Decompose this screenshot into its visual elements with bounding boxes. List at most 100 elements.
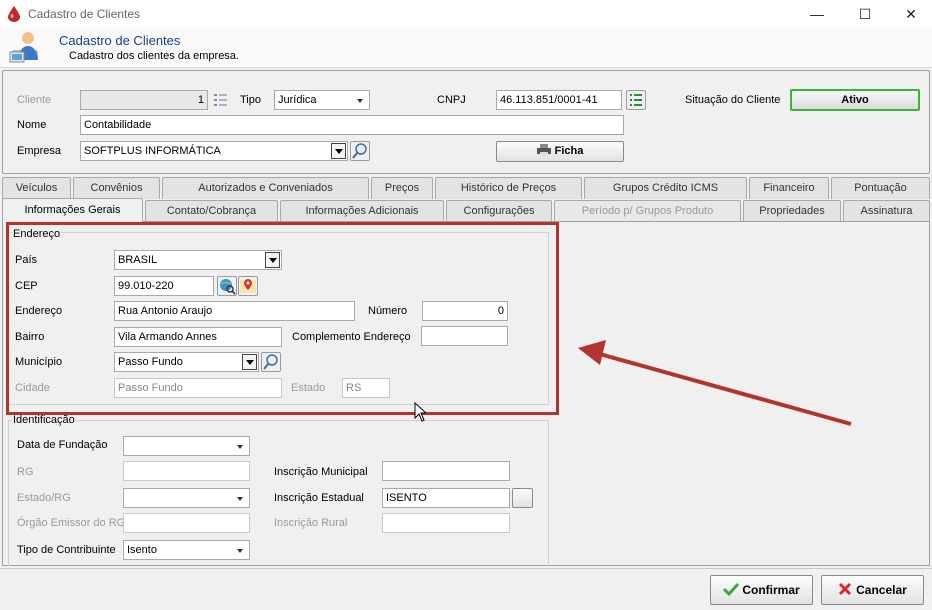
tab-historico-precos[interactable]: Histórico de Preços — [435, 177, 582, 199]
tab-propriedades[interactable]: Propriedades — [743, 200, 841, 222]
tab-grupos-credito-icms[interactable]: Grupos Crédito ICMS — [584, 177, 747, 199]
cep-map-button[interactable] — [238, 276, 258, 296]
cep-web-search-button[interactable] — [217, 276, 237, 296]
orgao-emissor-field[interactable] — [123, 513, 250, 533]
map-pin-icon — [240, 279, 256, 293]
numero-field[interactable]: 0 — [422, 301, 508, 321]
cliente-code-field: 1 — [80, 90, 208, 110]
nome-label: Nome — [17, 119, 47, 131]
tab-veiculos[interactable]: Veículos — [2, 177, 71, 199]
tab-financeiro[interactable]: Financeiro — [749, 177, 829, 199]
tab-assinatura[interactable]: Assinatura — [843, 200, 930, 222]
municipio-select-value: Passo Fundo — [118, 356, 183, 368]
tipo-select[interactable]: Jurídica — [274, 90, 370, 110]
tab-configuracoes[interactable]: Configurações — [446, 200, 552, 222]
tab-pontuacao[interactable]: Pontuação — [831, 177, 930, 199]
cancelar-label: Cancelar — [856, 583, 907, 597]
endereco-label: Endereço — [15, 305, 63, 317]
header-title: Cadastro de Clientes — [59, 33, 181, 48]
empresa-select-value: SOFTPLUS INFORMÁTICA — [84, 145, 221, 157]
estado-field: RS — [342, 378, 390, 398]
maximize-button[interactable]: ☐ — [842, 0, 888, 28]
estado-label: Estado — [291, 382, 326, 394]
estado-rg-select[interactable] — [123, 488, 250, 508]
data-fundacao-picker[interactable] — [123, 436, 250, 456]
mouse-cursor-icon — [414, 402, 426, 422]
insc-municipal-field[interactable] — [382, 461, 510, 481]
numero-label: Número — [368, 305, 408, 317]
close-button[interactable]: ✕ — [888, 0, 932, 28]
bairro-field[interactable]: Vila Armando Annes — [114, 327, 282, 347]
cancel-x-icon — [839, 582, 852, 596]
cidade-field: Passo Fundo — [114, 378, 282, 398]
empresa-label: Empresa — [17, 145, 62, 157]
confirmar-button[interactable]: Confirmar — [710, 575, 813, 605]
tab-contato-cobranca[interactable]: Contato/Cobrança — [145, 200, 278, 222]
tipo-contribuinte-label: Tipo de Contribuinte — [17, 544, 116, 556]
bairro-label: Bairro — [15, 331, 45, 343]
blood-drop-icon — [8, 6, 20, 22]
cidade-label: Cidade — [15, 382, 50, 394]
magnifier-icon — [263, 354, 278, 370]
globe-search-icon — [220, 279, 236, 295]
tipo-select-value: Jurídica — [278, 94, 317, 106]
situacao-label: Situação do Cliente — [685, 94, 781, 106]
title-bar: Cadastro de Clientes — ☐ ✕ — [0, 0, 932, 28]
municipio-search-button[interactable] — [261, 352, 281, 372]
tab-informacoes-gerais[interactable]: Informações Gerais — [2, 198, 143, 222]
magnifier-icon — [352, 143, 367, 159]
cnpj-label: CNPJ — [437, 94, 466, 106]
list-search-icon[interactable] — [213, 92, 229, 108]
cnpj-field[interactable]: 46.113.851/0001-41 — [496, 90, 622, 110]
minimize-button[interactable]: — — [794, 0, 840, 28]
tab-convenios[interactable]: Convênios — [73, 177, 160, 199]
municipio-select[interactable]: Passo Fundo — [114, 352, 259, 372]
orgao-emissor-label: Órgão Emissor do RG — [17, 517, 126, 529]
tipo-contribuinte-select[interactable]: Isento — [123, 540, 250, 560]
cep-field[interactable]: 99.010-220 — [114, 276, 214, 296]
header-subtitle: Cadastro dos clientes da empresa. — [69, 50, 239, 62]
insc-estadual-action-button[interactable] — [512, 488, 533, 508]
empresa-select[interactable]: SOFTPLUS INFORMÁTICA — [80, 141, 348, 161]
tipo-label: Tipo — [240, 94, 261, 106]
chevron-down-icon[interactable] — [242, 354, 257, 370]
rg-field[interactable] — [123, 461, 250, 481]
pais-select[interactable]: BRASIL — [114, 250, 282, 270]
empresa-search-button[interactable] — [350, 141, 370, 161]
tipo-contribuinte-value: Isento — [127, 544, 157, 556]
tab-precos[interactable]: Preços — [371, 177, 433, 199]
nome-field[interactable]: Contabilidade — [80, 115, 624, 135]
identificacao-group-label: Identificação — [12, 414, 76, 426]
data-fundacao-label: Data de Fundação — [17, 439, 108, 451]
cancelar-button[interactable]: Cancelar — [821, 575, 924, 605]
estado-rg-label: Estado/RG — [17, 492, 71, 504]
rg-label: RG — [17, 466, 34, 478]
insc-estadual-field[interactable]: ISENTO — [382, 488, 510, 508]
tab-periodo-grupos-produto: Período p/ Grupos Produto — [554, 200, 741, 222]
customer-person-icon — [9, 32, 38, 63]
municipio-label: Município — [15, 356, 63, 368]
ficha-button[interactable]: Ficha — [496, 141, 624, 162]
insc-rural-field[interactable] — [382, 513, 510, 533]
chevron-down-icon[interactable] — [331, 143, 346, 159]
tab-informacoes-adicionais[interactable]: Informações Adicionais — [280, 200, 444, 222]
pais-select-value: BRASIL — [118, 254, 158, 266]
check-icon — [723, 582, 740, 597]
pais-label: País — [15, 254, 38, 266]
window-title: Cadastro de Clientes — [28, 7, 141, 21]
tab-autorizados[interactable]: Autorizados e Conveniados — [162, 177, 369, 199]
endereco-group-label: Endereço — [12, 228, 62, 240]
cep-label: CEP — [15, 280, 38, 292]
endereco-field[interactable]: Rua Antonio Araujo — [114, 301, 355, 321]
complemento-field[interactable] — [421, 326, 508, 346]
cnpj-lookup-button[interactable] — [626, 90, 646, 110]
situacao-status-badge[interactable]: Ativo — [790, 89, 920, 111]
form-header: Cadastro de Clientes Cadastro dos client… — [0, 28, 932, 68]
list-check-icon — [630, 94, 642, 106]
cliente-label: Cliente — [17, 94, 52, 106]
insc-estadual-label: Inscrição Estadual — [274, 492, 364, 504]
insc-rural-label: Inscrição Rural — [274, 517, 348, 529]
chevron-down-icon[interactable] — [265, 252, 280, 268]
ficha-label: Ficha — [554, 145, 584, 157]
printer-icon — [536, 144, 551, 156]
